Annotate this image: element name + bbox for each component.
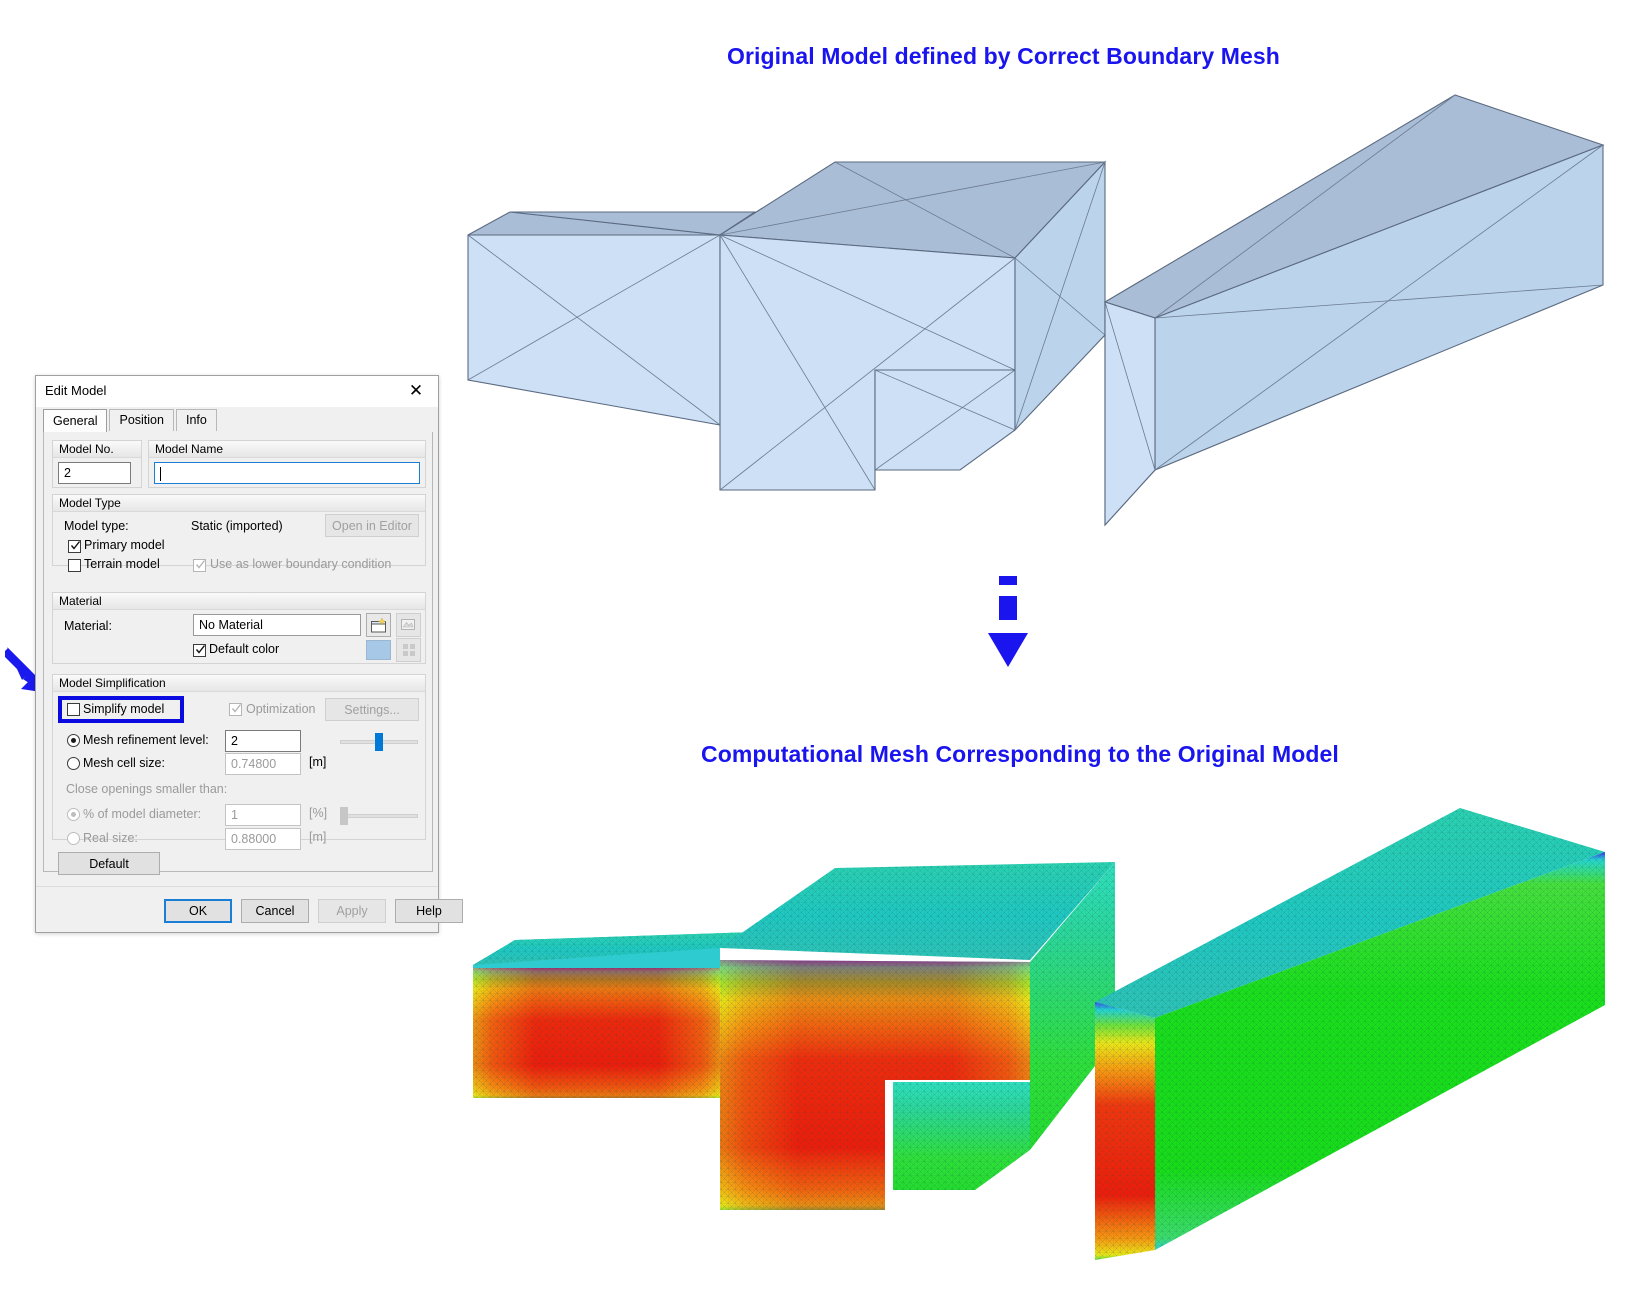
tab-info[interactable]: Info	[175, 409, 217, 431]
model-type-value: Static (imported)	[191, 519, 283, 533]
cancel-button[interactable]: Cancel	[241, 899, 309, 923]
mesh-cell-size-input[interactable]: 0.74800	[225, 753, 301, 775]
edit-material-button[interactable]	[396, 613, 421, 637]
caption-original-model: Original Model defined by Correct Bounda…	[727, 43, 1280, 69]
pct-of-model-diameter-slider-track	[340, 814, 418, 818]
new-material-icon	[370, 617, 386, 632]
dialog-general-panel: Model No. 2 Model Name Model Type Model …	[43, 432, 433, 875]
optimization-checkbox	[229, 703, 242, 716]
text-caret	[160, 467, 161, 481]
real-size-input: 0.88000	[225, 828, 301, 850]
pct-of-model-diameter-radio	[67, 808, 80, 821]
terrain-model-checkbox[interactable]	[68, 559, 81, 572]
real-size-radio	[67, 832, 80, 845]
mesh-cell-size-label: Mesh cell size:	[83, 756, 165, 770]
dialog-tabs[interactable]: General Position Info	[43, 409, 433, 432]
material-label: Material:	[64, 619, 112, 633]
model-no-group-label: Model No.	[53, 441, 141, 458]
optimization-label: Optimization	[246, 702, 316, 716]
material-group-label: Material	[53, 593, 425, 610]
model-name-group-label: Model Name	[149, 441, 425, 458]
color-palette-button[interactable]	[396, 638, 421, 662]
new-material-button[interactable]	[366, 613, 391, 637]
default-color-swatch[interactable]	[366, 640, 391, 660]
simplify-model-label: Simplify model	[83, 702, 165, 716]
model-type-label: Model type:	[64, 519, 129, 533]
viewport-computational-mesh	[473, 808, 1605, 1260]
mesh-refinement-level-input[interactable]: 2	[225, 730, 301, 752]
use-as-lower-boundary-label: Use as lower boundary condition	[210, 557, 392, 571]
ok-button[interactable]: OK	[164, 899, 232, 923]
mesh-refinement-level-label: Mesh refinement level:	[83, 733, 209, 747]
primary-model-checkbox[interactable]	[68, 540, 81, 553]
model-name-input[interactable]	[154, 462, 420, 484]
simplify-model-checkbox[interactable]	[67, 703, 80, 716]
mesh-cell-size-unit: [m]	[309, 755, 327, 769]
default-color-checkbox[interactable]	[193, 644, 206, 657]
mesh-refinement-level-radio[interactable]	[67, 734, 80, 747]
real-size-label: Real size:	[83, 831, 138, 845]
close-openings-label: Close openings smaller than:	[66, 782, 228, 796]
model-type-group-label: Model Type	[53, 495, 425, 512]
pct-of-model-diameter-input: 1	[225, 804, 301, 826]
checkmark-icon	[195, 645, 206, 654]
flow-down-arrow-icon	[988, 576, 1028, 667]
open-in-editor-button[interactable]: Open in Editor	[325, 514, 419, 537]
model-simplification-group-label: Model Simplification	[53, 675, 425, 692]
pct-of-model-diameter-unit: [%]	[309, 806, 328, 820]
edit-model-dialog[interactable]: Edit Model ✕ General Position Info Model…	[35, 375, 463, 933]
default-button[interactable]: Default	[58, 852, 160, 875]
viewport-original-model: .f-top{fill:#aabdd6;stroke:#5a6a80;strok…	[467, 94, 1605, 527]
terrain-model-label: Terrain model	[84, 557, 160, 571]
tab-position[interactable]: Position	[109, 409, 174, 431]
model-no-input[interactable]: 2	[58, 462, 131, 484]
pct-of-model-diameter-slider-thumb	[340, 807, 348, 825]
real-size-unit: [m]	[309, 830, 327, 844]
close-icon[interactable]: ✕	[394, 376, 438, 406]
checkmark-icon	[70, 541, 81, 550]
simplification-settings-button[interactable]: Settings...	[325, 698, 419, 721]
dialog-title: Edit Model	[45, 383, 107, 398]
radio-dot	[71, 812, 76, 817]
edit-material-icon	[400, 619, 415, 630]
mesh-cell-size-radio[interactable]	[67, 757, 80, 770]
default-color-label: Default color	[209, 642, 280, 656]
dialog-titlebar[interactable]: Edit Model ✕	[36, 376, 438, 407]
caption-computational-mesh: Computational Mesh Corresponding to the …	[701, 741, 1339, 767]
apply-button[interactable]: Apply	[318, 899, 386, 923]
pct-of-model-diameter-label: % of model diameter:	[83, 807, 202, 821]
checkmark-icon	[231, 704, 242, 713]
primary-model-label: Primary model	[84, 538, 165, 552]
dialog-footer: OK Cancel Apply Help	[36, 886, 463, 932]
tab-general[interactable]: General	[43, 409, 108, 432]
palette-icon	[402, 644, 415, 656]
use-as-lower-boundary-checkbox	[193, 559, 206, 572]
help-button[interactable]: Help	[395, 899, 463, 923]
mesh-refinement-slider-thumb[interactable]	[375, 733, 383, 751]
checkmark-icon	[195, 560, 206, 569]
material-select[interactable]: No Material	[193, 614, 361, 636]
radio-dot	[71, 738, 76, 743]
